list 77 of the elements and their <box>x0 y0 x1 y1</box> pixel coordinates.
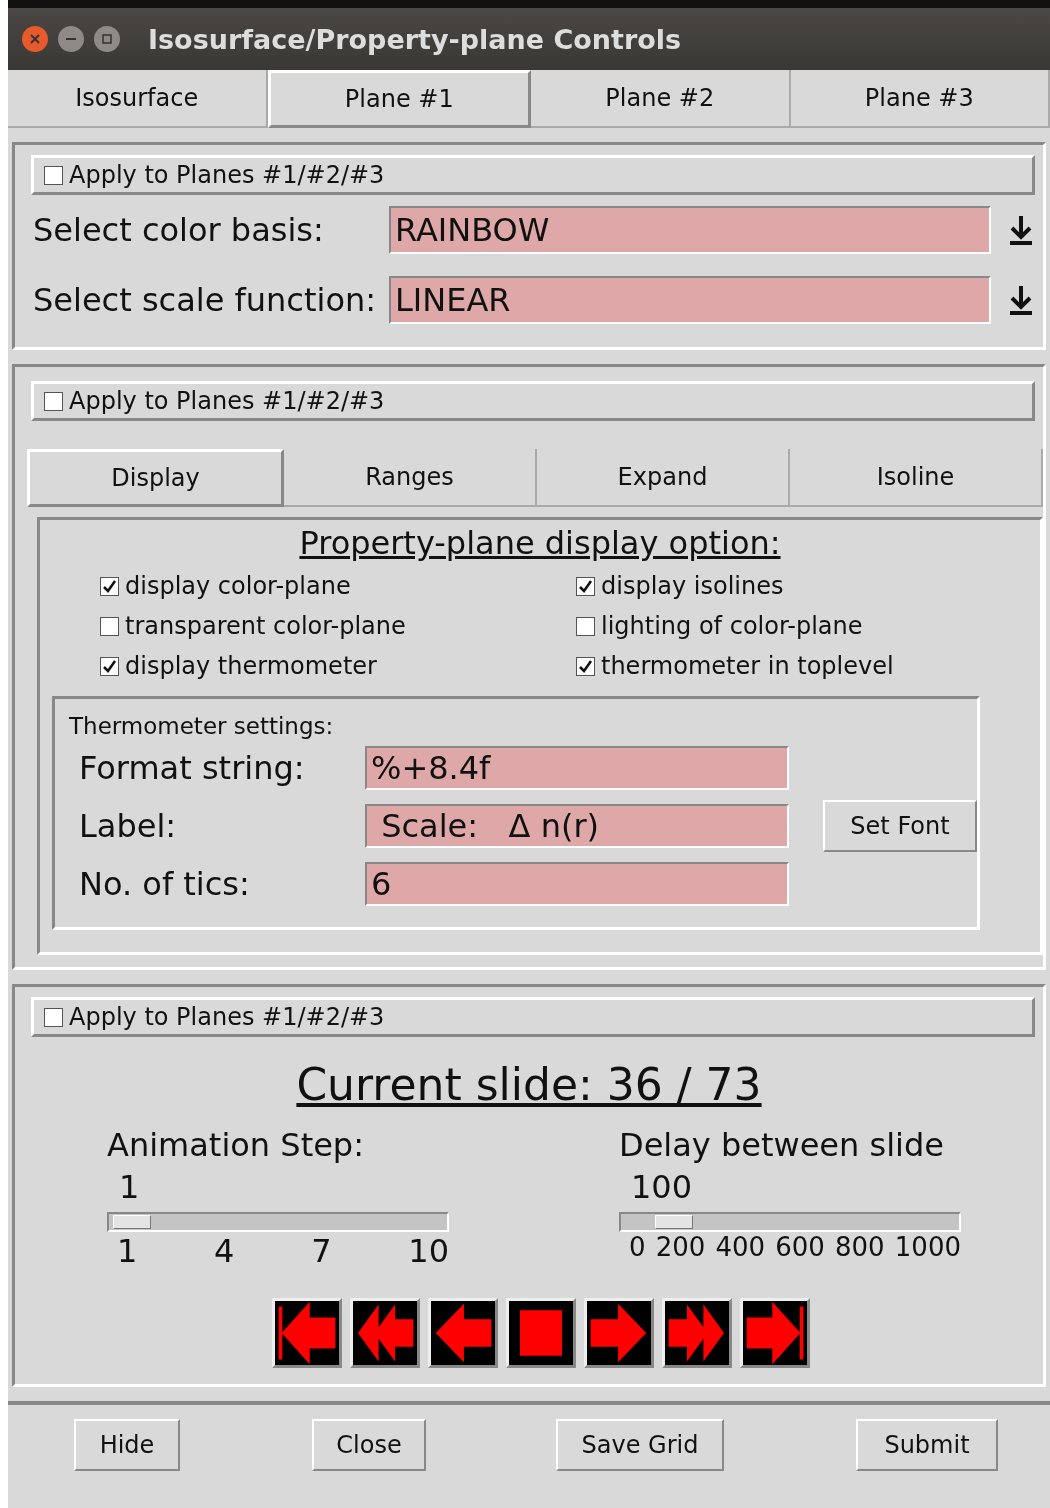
dialog-button[interactable]: Hide <box>74 1419 180 1471</box>
apply-checkbutton[interactable]: Apply to Planes #1/#2/#3 <box>31 997 1035 1037</box>
field-label: Format string: <box>79 749 306 787</box>
playback-button[interactable] <box>584 1298 654 1368</box>
current-slide-heading: Current slide: 36 / 73 <box>295 1059 763 1110</box>
option-checkbutton[interactable]: display thermometer <box>100 652 576 680</box>
window-title: Isosurface/Property-plane Controls <box>148 23 682 55</box>
apply-checkbutton[interactable]: Apply to Planes #1/#2/#3 <box>31 381 1035 421</box>
dialog-button[interactable]: Save Grid <box>556 1419 724 1471</box>
tab[interactable]: Display <box>27 449 284 507</box>
tick-label: 4 <box>214 1232 235 1270</box>
slider-thumb[interactable] <box>655 1215 693 1229</box>
playback-button[interactable] <box>350 1298 420 1368</box>
slider-track[interactable] <box>619 1212 961 1232</box>
slider-thumb[interactable] <box>113 1215 151 1229</box>
checkbox[interactable] <box>100 576 119 596</box>
download-arrow-icon <box>1008 214 1034 246</box>
checkbox[interactable] <box>44 1007 63 1027</box>
close-icon <box>29 33 41 45</box>
playback-button[interactable] <box>740 1298 810 1368</box>
tick-label: 10 <box>408 1232 449 1270</box>
options-heading: Property-plane display option: <box>298 524 782 562</box>
input-field[interactable]: Scale: Δ n(r) <box>365 804 789 848</box>
checkbox[interactable] <box>44 165 63 185</box>
tab[interactable]: Isoline <box>790 449 1043 507</box>
checkbox[interactable] <box>576 616 595 636</box>
slider-label: Animation Step: <box>107 1126 365 1164</box>
minimize-button[interactable] <box>58 26 84 52</box>
playback-button[interactable] <box>662 1298 732 1368</box>
tab[interactable]: Plane #1 <box>267 70 531 128</box>
dialog-button[interactable]: Submit <box>856 1419 998 1471</box>
apply-checkbutton[interactable]: Apply to Planes #1/#2/#3 <box>31 155 1035 195</box>
tick-label: 1 <box>117 1232 138 1270</box>
input-field[interactable]: 6 <box>365 862 789 906</box>
tab[interactable]: Expand <box>537 449 790 507</box>
dropdown-field[interactable]: RAINBOW <box>389 206 991 254</box>
slider-value: 1 <box>119 1168 141 1206</box>
field-label: No. of tics: <box>79 865 251 903</box>
tab[interactable]: Plane #3 <box>790 70 1050 128</box>
tick-label: 600 <box>775 1232 825 1262</box>
set-font-button[interactable]: Set Font <box>823 800 977 852</box>
tab[interactable]: Ranges <box>284 449 537 507</box>
tick-label: 1000 <box>894 1232 961 1262</box>
field-label: Label: <box>79 807 178 845</box>
maximize-button[interactable] <box>94 26 120 52</box>
checkbox[interactable] <box>44 391 63 411</box>
playback-button[interactable] <box>272 1298 342 1368</box>
playback-button[interactable] <box>428 1298 498 1368</box>
maximize-icon <box>101 33 113 45</box>
playback-button[interactable] <box>506 1298 576 1368</box>
checkbox[interactable] <box>100 656 119 676</box>
tick-label: 7 <box>311 1232 332 1270</box>
slider-label: Delay between slide <box>619 1126 945 1164</box>
input-field[interactable]: %+8.4f <box>365 746 789 790</box>
checkbox[interactable] <box>576 576 595 596</box>
tick-label: 800 <box>835 1232 885 1262</box>
tick-label: 200 <box>655 1232 706 1262</box>
option-checkbutton[interactable]: display isolines <box>576 572 1040 600</box>
slider-track[interactable] <box>107 1212 449 1232</box>
panel-title: Thermometer settings: <box>69 713 335 739</box>
checkbox[interactable] <box>100 616 119 636</box>
tab[interactable]: Plane #2 <box>531 70 791 128</box>
dropdown-field[interactable]: LINEAR <box>389 276 991 324</box>
tick-label: 400 <box>715 1232 766 1262</box>
download-arrow-icon <box>1008 284 1034 316</box>
checkbox[interactable] <box>576 656 595 676</box>
field-label: Select color basis: <box>33 211 325 249</box>
tab[interactable]: Isosurface <box>8 70 268 128</box>
tick-label: 0 <box>629 1232 646 1262</box>
close-window-button[interactable] <box>22 26 48 52</box>
slider-value: 100 <box>631 1168 694 1206</box>
option-checkbutton[interactable]: transparent color-plane <box>100 612 576 640</box>
option-checkbutton[interactable]: display color-plane <box>100 572 576 600</box>
field-label: Select scale function: <box>33 281 377 319</box>
option-checkbutton[interactable]: lighting of color-plane <box>576 612 1040 640</box>
dialog-button[interactable]: Close <box>312 1419 426 1471</box>
option-checkbutton[interactable]: thermometer in toplevel <box>576 652 1040 680</box>
